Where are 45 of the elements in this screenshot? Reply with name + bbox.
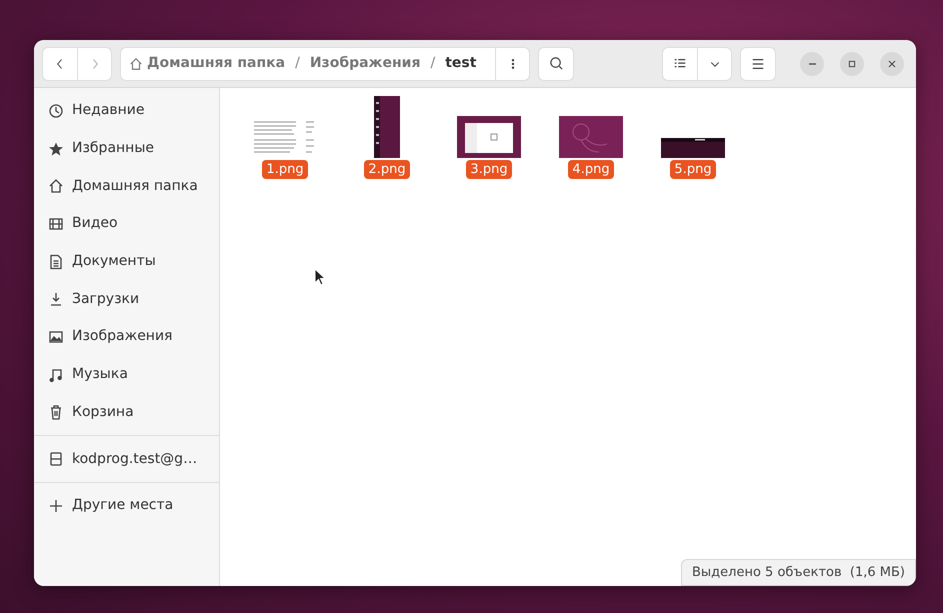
sidebar-item[interactable]: Другие места [34, 486, 219, 525]
document-icon [48, 254, 64, 270]
path-separator: / [429, 54, 436, 73]
path-separator: / [294, 54, 301, 73]
wallpaper-thumbnail [559, 116, 623, 158]
star-icon [48, 140, 64, 157]
menu-icon [751, 56, 765, 70]
status-text: Выделено 5 объектов (1,6 МБ) [680, 558, 916, 586]
path-segment[interactable]: Изображения [306, 53, 424, 74]
maximize-button[interactable] [840, 52, 864, 76]
sidebar-item[interactable]: Избранные [34, 130, 219, 168]
mouse-pointer-icon [314, 268, 326, 286]
search-icon [548, 56, 564, 71]
screenshot-thumbnail [374, 96, 400, 158]
file-name[interactable]: 2.png [364, 160, 410, 179]
clock-icon [48, 102, 64, 119]
sidebar-item[interactable]: Музыка [34, 356, 219, 394]
file-name[interactable]: 1.png [262, 160, 308, 179]
trash-icon [48, 404, 64, 420]
close-button[interactable] [880, 52, 904, 76]
close-icon [886, 58, 898, 70]
screenshot-thumbnail [661, 138, 725, 158]
home-icon [129, 56, 143, 70]
sidebar-item[interactable]: Корзина [34, 394, 219, 432]
home-icon [48, 178, 64, 194]
minimize-icon [808, 62, 816, 64]
sidebar-item[interactable]: Недавние [34, 92, 219, 130]
sidebar-item[interactable]: Видео [34, 205, 219, 243]
sidebar-item[interactable]: Загрузки [34, 280, 219, 318]
file-name[interactable]: 3.png [466, 160, 512, 179]
picture-icon [48, 328, 64, 345]
sidebar-item[interactable]: kodprog.test@g… [34, 440, 219, 478]
path-segment[interactable]: Домашняя папка [143, 53, 290, 74]
file-name[interactable]: 4.png [568, 160, 614, 179]
drive-icon [48, 451, 64, 468]
path-segment[interactable]: test [441, 53, 480, 74]
music-note-icon [48, 366, 64, 383]
plus-icon [48, 498, 64, 514]
download-icon [48, 291, 64, 308]
screenshot-thumbnail [457, 116, 521, 158]
file-name[interactable]: 5.png [670, 160, 716, 179]
sidebar-item[interactable]: Изображения [34, 318, 219, 356]
sidebar-item[interactable]: Домашняя папка [34, 167, 219, 206]
sidebar-item[interactable]: Документы [34, 242, 219, 280]
film-icon [48, 216, 64, 232]
